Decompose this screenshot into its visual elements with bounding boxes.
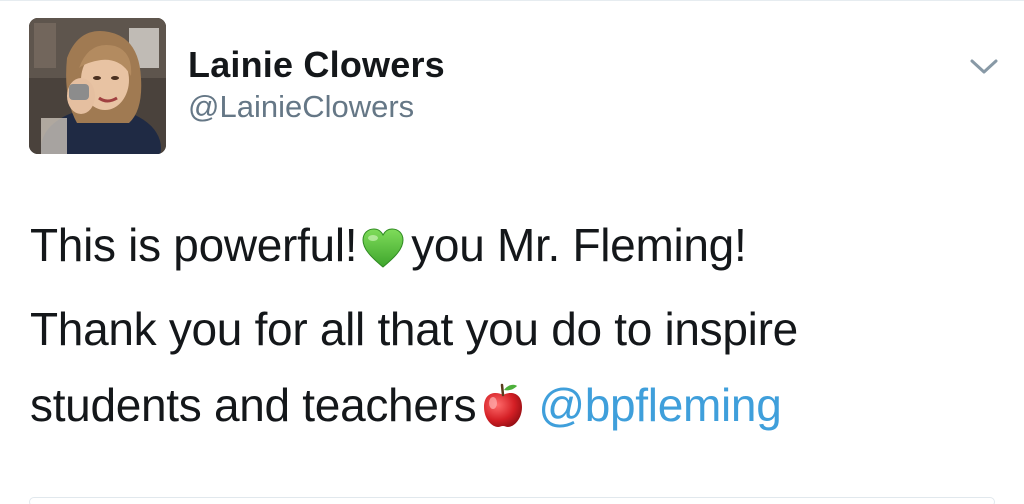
green-heart-icon <box>361 215 405 291</box>
tweet-line-1: This is powerful! you Mr. Fleming! <box>30 207 990 291</box>
display-name[interactable]: Lainie Clowers <box>188 44 445 86</box>
top-divider <box>0 0 1024 1</box>
mention-link[interactable]: @bpfleming <box>538 379 781 431</box>
tweet-line-3: students and teachers @bpfleming <box>30 367 990 451</box>
avatar[interactable] <box>29 18 166 154</box>
text-segment: you Mr. Fleming! <box>411 219 747 271</box>
tweet-line-2: Thank you for all that you do to inspire <box>30 303 798 355</box>
apple-icon <box>480 375 526 451</box>
quoted-card-edge <box>29 497 995 504</box>
chevron-down-icon[interactable] <box>966 54 1002 78</box>
user-handle[interactable]: @LainieClowers <box>188 89 414 125</box>
text-segment: students and teachers <box>30 379 477 431</box>
text-segment: This is powerful! <box>30 219 358 271</box>
tweet-card: Lainie Clowers @LainieClowers This is po… <box>0 0 1024 504</box>
tweet-text: This is powerful! you Mr. Fleming! Thank… <box>30 207 990 451</box>
